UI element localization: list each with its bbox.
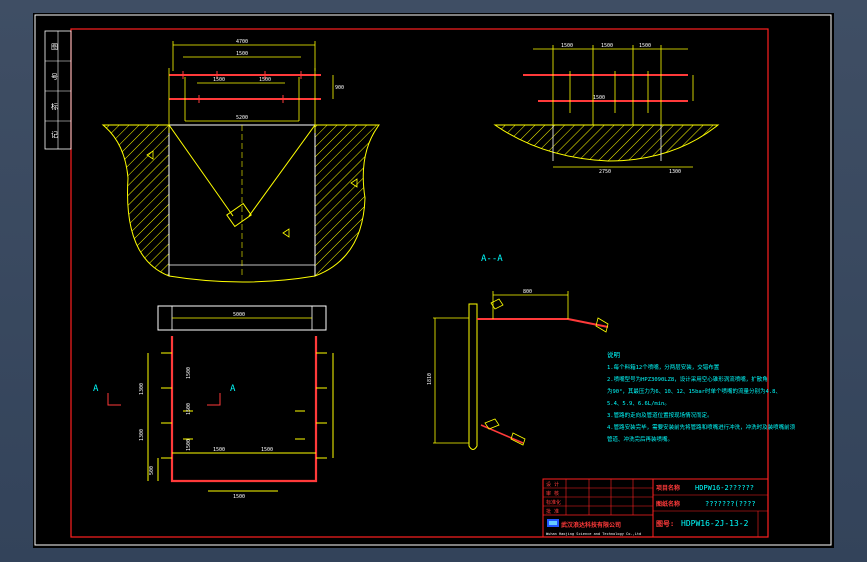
side-stamp: 图 号 标 记 [44,30,72,150]
dim-side-span-a: 1500 [561,43,573,49]
dim-plan-bottom-c: 1500 [233,494,245,500]
drawing-border [70,28,769,538]
side-stamp-2: 号 [51,73,58,81]
outer-frame [34,14,832,546]
dim-top-span-b: 1500 [213,77,225,83]
cut-marker-left: A [93,384,99,394]
project-label: 项目名称 [656,484,680,492]
dim-side-span-b: 1500 [601,43,613,49]
dim-side-span-d: 1500 [593,95,605,101]
dim-top-span-a: 1500 [236,51,248,57]
side-stamp-4: 记 [51,131,58,139]
note-line-2: 2.喷嘴型号为HPZ3090LZ8，设计采用空心锥形涡流喷嘴，扩散角 [607,375,768,383]
company-logo [547,519,559,527]
project-value: HDPW16-2?????? [695,484,754,492]
company-name-en: Wuhan Haojing Science and Technology Co.… [546,532,641,536]
cut-marker-right: A [230,384,236,394]
note-line-3: 为90°，其最压力为6、10、12、15bar时单个喷嘴的流量分别为4.8、 [607,387,781,395]
plan-view: 5000 1300 1300 500 1500 1500 1500 1500 1… [93,305,334,500]
notes-block: 说明 1.每个料箱12个喷嘴，分两层安装，交错布置 2.喷嘴型号为HPZ3090… [607,350,796,443]
note-line-1: 1.每个料箱12个喷嘴，分两层安装，交错布置 [607,363,720,371]
cad-drawing-canvas[interactable]: 图 号 标 记 4700 1500 1500 1500 5200 900 150… [33,13,834,548]
dim-plan-left-c: 500 [149,466,155,475]
drawing-name-value: ???????(???? [705,500,756,508]
section-label: A--A [481,254,503,264]
dim-side-bottom-a: 2750 [599,169,611,175]
dim-plan-right-c: 1500 [186,439,192,451]
dim-top-overall: 4700 [236,39,248,45]
dim-plan-top: 5000 [233,312,245,318]
note-line-5: 3.管路的走向及管道位置按现场情况而定。 [607,411,713,419]
tb-row-1: 设 计 [546,481,559,488]
side-stamp-3: 标 [51,102,58,111]
tb-row-4: 批 准 [546,508,559,515]
dim-plan-bottom-b: 1500 [261,447,273,453]
dim-top-width: 5200 [236,115,248,121]
notes-heading: 说明 [607,350,621,359]
dim-plan-right-a: 1500 [186,367,192,379]
side-view: 1500 1500 1500 1500 2750 1300 [493,43,720,175]
note-line-6: 4.管路安装完毕，需要安装前先将管路和喷嘴进行冲洗，冲洗时及装喷嘴前须 [607,423,796,431]
note-line-4: 5.4、5.9、6.6L/min。 [607,401,670,407]
drawing-number-label: 图号: [656,519,674,528]
dim-side-span-c: 1500 [639,43,651,49]
cad-drawing: 图 号 标 记 4700 1500 1500 1500 5200 900 150… [34,14,832,546]
dim-section-height: 1810 [427,373,433,385]
dim-top-height: 900 [335,85,344,91]
dim-section-top: 800 [523,289,532,295]
section-view: A--A 800 1810 [427,254,609,450]
front-view: 4700 1500 1500 1500 5200 900 [101,39,380,283]
drawing-name-label: 图纸名称 [656,500,680,508]
dim-side-bottom-b: 1300 [669,169,681,175]
drawing-number-value: HDPW16-2J-13-2 [681,519,749,528]
title-block: 设 计 审 核 标准化 批 准 武汉浪达科技有限公司 Wuhan Haojing… [542,478,769,538]
dim-plan-right-b: 1500 [186,403,192,415]
tb-row-3: 标准化 [546,499,561,506]
dim-plan-left-a: 1300 [139,383,145,395]
company-name-cn: 武汉浪达科技有限公司 [561,521,621,529]
dim-plan-left-b: 1300 [139,429,145,441]
tb-row-2: 审 核 [546,490,559,497]
side-stamp-1: 图 [51,43,58,51]
dim-top-span-c: 1500 [259,77,271,83]
dim-plan-bottom-a: 1500 [213,447,225,453]
note-line-7: 管道、冲洗完后再装喷嘴。 [607,435,673,443]
